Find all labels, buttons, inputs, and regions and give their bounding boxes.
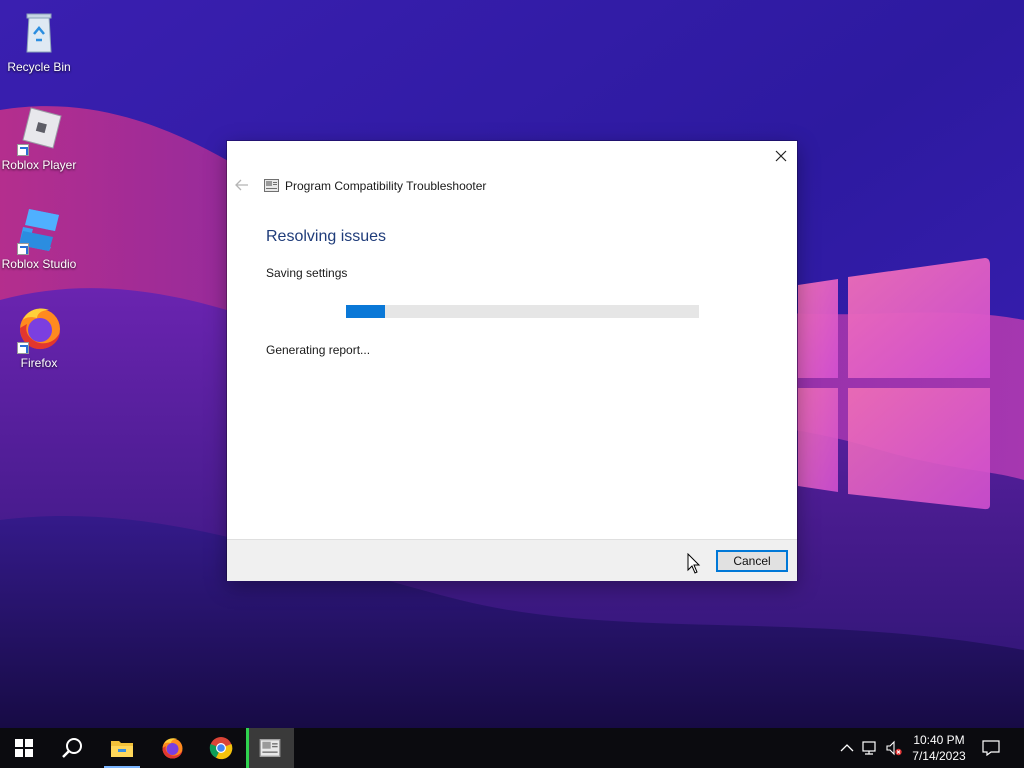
windows-start-icon [15, 739, 33, 757]
desktop-icon-firefox[interactable]: Firefox [0, 304, 78, 370]
cancel-button[interactable]: Cancel [716, 550, 788, 572]
desktop-icon-recycle-bin[interactable]: Recycle Bin [0, 8, 78, 74]
troubleshooter-dialog: Program Compatibility Troubleshooter Res… [227, 141, 797, 581]
taskbar: 10:40 PM 7/14/2023 [0, 728, 1024, 768]
close-button[interactable] [765, 141, 797, 171]
shortcut-arrow-icon [17, 243, 29, 255]
dialog-title: Program Compatibility Troubleshooter [285, 179, 487, 193]
desktop-icon-label: Recycle Bin [7, 60, 71, 74]
progress-bar-fill [346, 305, 385, 318]
detail-text: Generating report... [266, 343, 371, 357]
shortcut-arrow-icon [17, 144, 29, 156]
desktop-icon-label: Roblox Studio [1, 257, 77, 271]
taskbar-file-explorer[interactable] [98, 728, 146, 768]
shortcut-arrow-icon [17, 342, 29, 354]
close-icon [775, 150, 787, 162]
file-explorer-icon [111, 741, 133, 757]
desktop-icon-label: Firefox [20, 356, 58, 370]
desktop-icon-label: Roblox Player [1, 158, 77, 172]
troubleshooter-app-icon [264, 179, 279, 192]
start-button[interactable] [0, 728, 48, 768]
chevron-up-icon[interactable] [839, 740, 855, 756]
dialog-footer: Cancel [227, 539, 797, 581]
clock-time: 10:40 PM [913, 733, 965, 747]
back-arrow-icon[interactable] [235, 179, 249, 191]
network-icon[interactable] [862, 740, 878, 756]
page-heading: Resolving issues [266, 228, 387, 245]
firefox-icon [162, 738, 183, 759]
troubleshooter-app-icon [259, 739, 281, 757]
search-icon [62, 738, 82, 758]
clock-date: 7/14/2023 [912, 749, 966, 763]
progress-bar [346, 305, 699, 318]
chrome-icon [209, 737, 233, 760]
desktop-icon-roblox-studio[interactable]: Roblox Studio [0, 205, 78, 271]
mouse-cursor-icon [687, 553, 701, 574]
recycle-bin-icon [26, 13, 52, 53]
system-clock[interactable]: 10:40 PM 7/14/2023 [900, 732, 978, 764]
status-text: Saving settings [266, 266, 348, 280]
taskbar-troubleshooter[interactable] [246, 728, 294, 768]
taskbar-firefox[interactable] [148, 728, 196, 768]
desktop-icon-roblox-player[interactable]: Roblox Player [0, 106, 78, 172]
notification-icon[interactable] [982, 740, 1000, 756]
taskbar-chrome[interactable] [197, 728, 245, 768]
search-button[interactable] [48, 728, 96, 768]
